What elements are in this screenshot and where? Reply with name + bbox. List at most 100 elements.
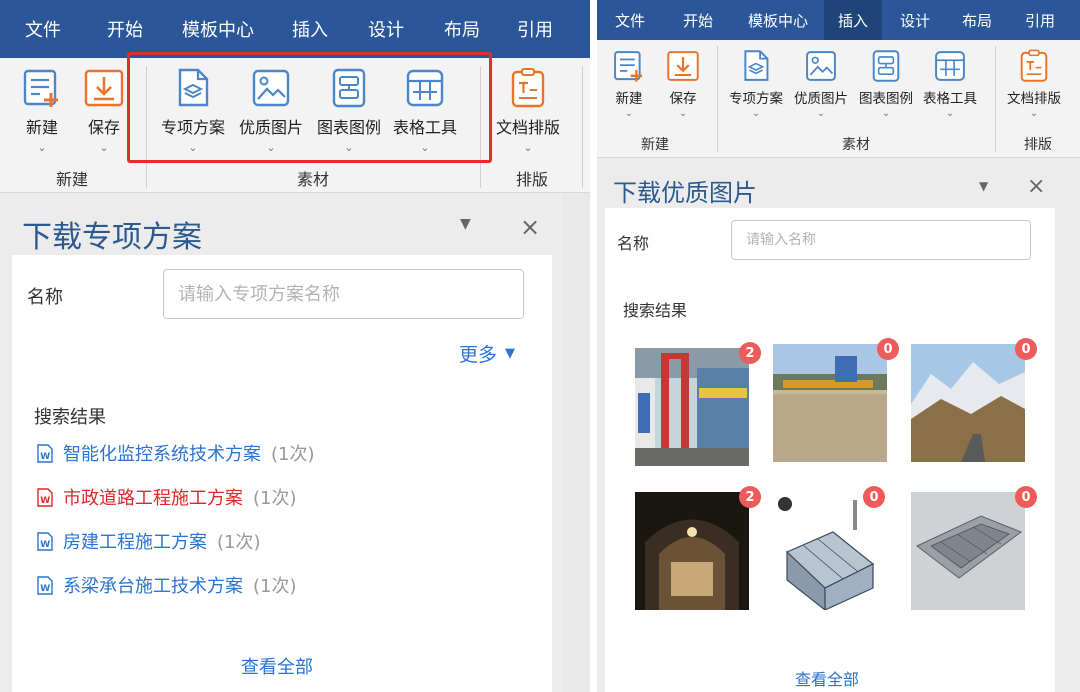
special-plan-button[interactable]: 专项方案 ⌄	[729, 48, 783, 119]
chevron-down-icon: ⌄	[945, 108, 955, 119]
chart-legend-label: 图表图例	[317, 118, 382, 137]
svg-text:W: W	[40, 584, 50, 594]
panel-title: 下载优质图片	[613, 179, 757, 207]
chevron-down-icon: ⌄	[344, 141, 354, 154]
usage-count-badge: 0	[1015, 338, 1037, 360]
close-icon[interactable]: ×	[1027, 174, 1045, 199]
result-title: 系梁承台施工技术方案	[63, 576, 243, 597]
panel-dropdown-icon[interactable]: ▼	[979, 179, 988, 193]
group-label-material: 素材	[296, 170, 329, 189]
results-label: 搜索结果	[623, 301, 688, 320]
mountain-road-photo	[911, 344, 1025, 462]
image-search-panel: 名称 搜索结果 2	[605, 208, 1055, 692]
result-count: (1次)	[253, 576, 297, 597]
doc-layout-icon	[1020, 49, 1048, 82]
name-search-input[interactable]	[731, 220, 1031, 260]
save-label: 保存	[87, 118, 120, 137]
close-icon[interactable]: ×	[520, 213, 540, 241]
new-label: 新建	[25, 118, 58, 137]
quality-image-button[interactable]: 优质图片 ⌄	[239, 66, 303, 153]
menu-file[interactable]: 文件	[597, 0, 663, 40]
menu-home[interactable]: 开始	[663, 0, 733, 40]
menu-home[interactable]: 开始	[86, 0, 164, 58]
chart-legend-button[interactable]: 图表图例 ⌄	[317, 66, 381, 153]
menu-layout[interactable]: 布局	[424, 0, 500, 58]
group-separator	[146, 66, 147, 188]
table-tool-button[interactable]: 表格工具 ⌄	[393, 66, 457, 153]
watermark-text: 大数跨境	[56, 660, 133, 682]
image-icon	[252, 69, 290, 107]
table-tool-label: 表格工具	[393, 118, 458, 137]
more-link[interactable]: 更多 ▼	[459, 340, 515, 367]
word-doc-icon: W	[37, 487, 53, 507]
group-label-material: 素材	[842, 137, 870, 153]
menu-insert[interactable]: 插入	[272, 0, 348, 58]
quality-image-button[interactable]: 优质图片 ⌄	[794, 48, 848, 119]
ribbon: 新建 ⌄ 保存 ⌄ 专项方案 ⌄ 优质图片 ⌄ 图表图例 ⌄ 表格工具 ⌄ 文档…	[597, 40, 1080, 158]
chevron-down-icon: ⌄	[751, 108, 761, 119]
result-item[interactable]: W 系梁承台施工技术方案 (1次)	[37, 572, 297, 598]
chevron-down-icon: ⌄	[624, 108, 634, 119]
result-item[interactable]: W 市政道路工程施工方案 (1次)	[37, 484, 297, 510]
special-plan-label: 专项方案	[729, 91, 783, 107]
image-thumbnail[interactable]: 0	[773, 486, 887, 610]
menu-design[interactable]: 设计	[885, 0, 945, 40]
word-doc-icon: W	[37, 443, 53, 463]
panel-dropdown-icon[interactable]: ▼	[460, 216, 471, 232]
table-tool-button[interactable]: 表格工具 ⌄	[923, 48, 977, 119]
search-panel: 名称 更多 ▼ 搜索结果 W 智能化监控系统技术方案 (1次) W 市政道路工程…	[12, 255, 552, 692]
chart-legend-button[interactable]: 图表图例 ⌄	[859, 48, 913, 119]
doc-layout-button[interactable]: 文档排版 ⌄	[496, 66, 560, 153]
menu-file[interactable]: 文件	[0, 0, 86, 58]
image-thumbnail[interactable]: 0	[773, 338, 899, 462]
group-separator	[582, 66, 583, 188]
chevron-down-icon: ⌄	[99, 141, 109, 154]
caret-down-icon: ▼	[505, 346, 516, 361]
name-search-input[interactable]	[163, 269, 524, 319]
menu-design[interactable]: 设计	[348, 0, 424, 58]
new-button[interactable]: 新建 ⌄	[611, 48, 647, 119]
image-thumbnail[interactable]: 0	[911, 486, 1037, 610]
save-button[interactable]: 保存 ⌄	[665, 48, 701, 119]
menu-template-center[interactable]: 模板中心	[164, 0, 272, 58]
image-thumbnail[interactable]: 0	[911, 338, 1037, 462]
group-label-new: 新建	[641, 137, 669, 153]
chevron-down-icon: ⌄	[881, 108, 891, 119]
view-all-link[interactable]: 查看全部	[795, 666, 859, 690]
new-button[interactable]: 新建 ⌄	[20, 66, 64, 153]
chevron-down-icon: ⌄	[37, 141, 47, 154]
chevron-down-icon: ⌄	[523, 141, 533, 154]
new-document-icon	[23, 69, 58, 107]
menu-bar: 文件 开始 模板中心 插入 设计 布局 引用	[0, 0, 590, 58]
special-plan-icon	[744, 50, 769, 81]
view-all-link[interactable]: 查看全部	[241, 653, 313, 679]
special-plan-button[interactable]: 专项方案 ⌄	[161, 66, 225, 153]
group-separator	[480, 66, 481, 188]
image-icon	[806, 51, 836, 81]
group-separator	[717, 46, 718, 152]
menu-references[interactable]: 引用	[1009, 0, 1071, 40]
menu-template-center[interactable]: 模板中心	[733, 0, 823, 40]
save-button[interactable]: 保存 ⌄	[82, 66, 126, 153]
menu-layout[interactable]: 布局	[947, 0, 1007, 40]
usage-count-badge: 0	[1015, 486, 1037, 508]
doc-layout-icon	[511, 68, 545, 108]
group-label-layout: 排版	[1024, 137, 1052, 153]
word-doc-icon: W	[37, 531, 53, 551]
svg-text:W: W	[40, 496, 50, 506]
doc-layout-button[interactable]: 文档排版 ⌄	[1007, 48, 1061, 119]
menu-insert[interactable]: 插入	[824, 0, 882, 40]
image-thumbnail[interactable]: 2	[635, 342, 761, 466]
table-icon	[935, 51, 965, 81]
special-plan-label: 专项方案	[161, 118, 226, 137]
menu-references[interactable]: 引用	[500, 0, 570, 58]
chevron-down-icon: ⌄	[188, 141, 198, 154]
doc-layout-label: 文档排版	[1007, 91, 1061, 107]
result-item[interactable]: W 智能化监控系统技术方案 (1次)	[37, 440, 315, 466]
special-plan-icon	[178, 68, 209, 107]
image-thumbnail[interactable]: 2	[635, 486, 761, 610]
new-document-icon	[614, 51, 643, 82]
table-tool-label: 表格工具	[923, 91, 977, 107]
watermark-logo-icon	[11, 658, 50, 678]
result-item[interactable]: W 房建工程施工方案 (1次)	[37, 528, 261, 554]
